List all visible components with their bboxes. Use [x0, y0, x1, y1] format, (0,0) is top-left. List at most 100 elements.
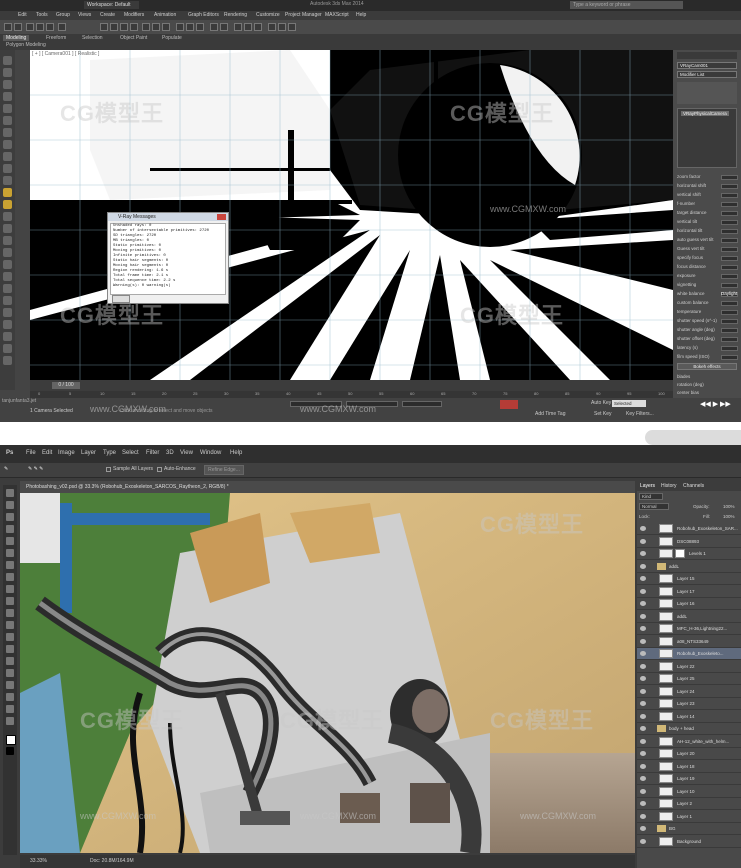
hand-tool-icon[interactable] — [6, 705, 14, 713]
select-object-icon[interactable] — [100, 23, 108, 31]
eye-icon[interactable] — [640, 638, 646, 644]
tool-icon-12[interactable] — [3, 212, 12, 221]
tool-icon-3[interactable] — [3, 80, 12, 89]
scale-icon[interactable] — [162, 23, 170, 31]
layer-row[interactable]: Layer 20 — [637, 748, 741, 760]
param-field[interactable] — [721, 337, 738, 342]
undo-icon[interactable] — [4, 23, 12, 31]
angle-snap-icon[interactable] — [186, 23, 194, 31]
tool-icon-5[interactable] — [3, 104, 12, 113]
layer-row[interactable]: addL — [637, 561, 741, 573]
unlink-icon[interactable] — [36, 23, 44, 31]
layer-row[interactable]: body + head — [637, 723, 741, 735]
modifier-stack[interactable]: VRayPhysicalCamera — [677, 108, 737, 168]
layer-row[interactable]: Layer 15 — [637, 573, 741, 585]
layer-row[interactable]: Robohub_Exoskeleton_SAR... — [637, 523, 741, 535]
crop-tool-icon[interactable] — [6, 537, 14, 545]
ps-menu-file[interactable]: File — [26, 450, 36, 456]
layer-row[interactable]: DSC08893 — [637, 536, 741, 548]
tab-channels[interactable]: Channels — [683, 483, 704, 489]
tool-icon-24[interactable] — [3, 356, 12, 365]
rendered-frame-icon[interactable] — [278, 23, 286, 31]
eye-icon[interactable] — [640, 526, 646, 531]
ribbon-polygon-modeling[interactable]: Polygon Modeling — [6, 42, 46, 48]
white-balance-dropdown[interactable]: Daylight — [721, 291, 737, 296]
light-icon[interactable] — [3, 188, 12, 197]
layer-row[interactable]: Layer 23 — [637, 698, 741, 710]
max-menu-edit[interactable]: Edit — [18, 12, 27, 18]
param-field[interactable] — [721, 229, 738, 234]
eye-icon[interactable] — [640, 826, 646, 831]
tab-history[interactable]: History — [661, 483, 677, 489]
tool-icon-2[interactable] — [3, 68, 12, 77]
eye-icon[interactable] — [640, 801, 646, 806]
layer-row[interactable]: Layer 22 — [637, 661, 741, 673]
layer-row[interactable]: Layer 18 — [637, 761, 741, 773]
stack-item[interactable]: VRayPhysicalCamera — [681, 111, 729, 116]
path-select-icon[interactable] — [6, 681, 14, 689]
layer-row[interactable]: Layer 25 — [637, 673, 741, 685]
param-field[interactable] — [721, 283, 738, 288]
link-icon[interactable] — [26, 23, 34, 31]
percent-snap-icon[interactable] — [196, 23, 204, 31]
param-field[interactable] — [721, 175, 738, 180]
auto-key-label[interactable]: Auto Key — [591, 400, 611, 406]
eraser-tool-icon[interactable] — [6, 609, 14, 617]
eye-icon[interactable] — [640, 701, 646, 706]
eye-icon[interactable] — [640, 538, 646, 544]
max-menu-create[interactable]: Create — [100, 12, 115, 18]
tool-icon-13[interactable] — [3, 224, 12, 233]
eye-icon[interactable] — [640, 788, 646, 794]
brush-mode-icon[interactable]: ✎ ✎ ✎ — [28, 466, 43, 472]
rotate-icon[interactable] — [152, 23, 160, 31]
auto-key-button[interactable] — [500, 400, 518, 409]
ps-menu-type[interactable]: Type — [103, 450, 116, 456]
param-field[interactable] — [721, 220, 738, 225]
eye-icon[interactable] — [640, 838, 646, 844]
eye-icon[interactable] — [640, 713, 646, 719]
tool-icon-15[interactable] — [3, 248, 12, 257]
layer-row[interactable]: MFC_H-36,Lightning22... — [637, 623, 741, 635]
tool-icon-23[interactable] — [3, 344, 12, 353]
add-time-tag[interactable]: Add Time Tag — [535, 411, 565, 417]
zoom-level[interactable]: 33.33% — [30, 858, 47, 864]
pen-tool-icon[interactable] — [6, 657, 14, 665]
eye-icon[interactable] — [640, 563, 646, 569]
layer-row[interactable]: Layer 24 — [637, 686, 741, 698]
layer-row[interactable]: Layer 14 — [637, 711, 741, 723]
ps-document-tab[interactable]: Photobashing_v02.psd @ 33.3% (Robohub_Ex… — [20, 481, 635, 493]
auto-enhance-checkbox[interactable] — [157, 467, 162, 472]
param-field[interactable] — [721, 274, 738, 279]
ps-menu-filter[interactable]: Filter — [146, 450, 159, 456]
snap-icon[interactable] — [176, 23, 184, 31]
max-menu-help[interactable]: Help — [356, 12, 366, 18]
bokeh-rollout[interactable]: Bokeh effects — [677, 363, 737, 370]
material-editor-icon[interactable] — [254, 23, 262, 31]
tool-icon-21[interactable] — [3, 320, 12, 329]
select-by-name-icon[interactable] — [110, 23, 118, 31]
tool-icon-1[interactable] — [3, 56, 12, 65]
type-tool-icon[interactable] — [6, 669, 14, 677]
ribbon-tab-populate[interactable]: Populate — [162, 35, 182, 41]
max-menu-rendering[interactable]: Rendering — [224, 12, 247, 18]
ps-canvas[interactable] — [20, 493, 635, 853]
layer-row[interactable]: Layer 10 — [637, 786, 741, 798]
blur-tool-icon[interactable] — [6, 633, 14, 641]
layer-row[interactable]: Layer 2 — [637, 798, 741, 810]
tab-layers[interactable]: Layers — [640, 483, 655, 489]
param-field[interactable] — [721, 238, 738, 243]
tool-icon-8[interactable] — [3, 140, 12, 149]
eye-icon[interactable] — [640, 676, 646, 681]
param-field[interactable] — [721, 301, 738, 306]
ps-menu-image[interactable]: Image — [58, 450, 75, 456]
tool-icon-14[interactable] — [3, 236, 12, 245]
fill-value[interactable]: 100% — [723, 514, 735, 519]
tool-icon-11[interactable] — [3, 176, 12, 185]
max-menu-views[interactable]: Views — [78, 12, 91, 18]
eye-icon[interactable] — [640, 651, 646, 656]
layer-row[interactable]: addL — [637, 611, 741, 623]
mirror-icon[interactable] — [210, 23, 218, 31]
tool-icon-17[interactable] — [3, 272, 12, 281]
tool-icon-6[interactable] — [3, 116, 12, 125]
rect-region-icon[interactable] — [120, 23, 128, 31]
